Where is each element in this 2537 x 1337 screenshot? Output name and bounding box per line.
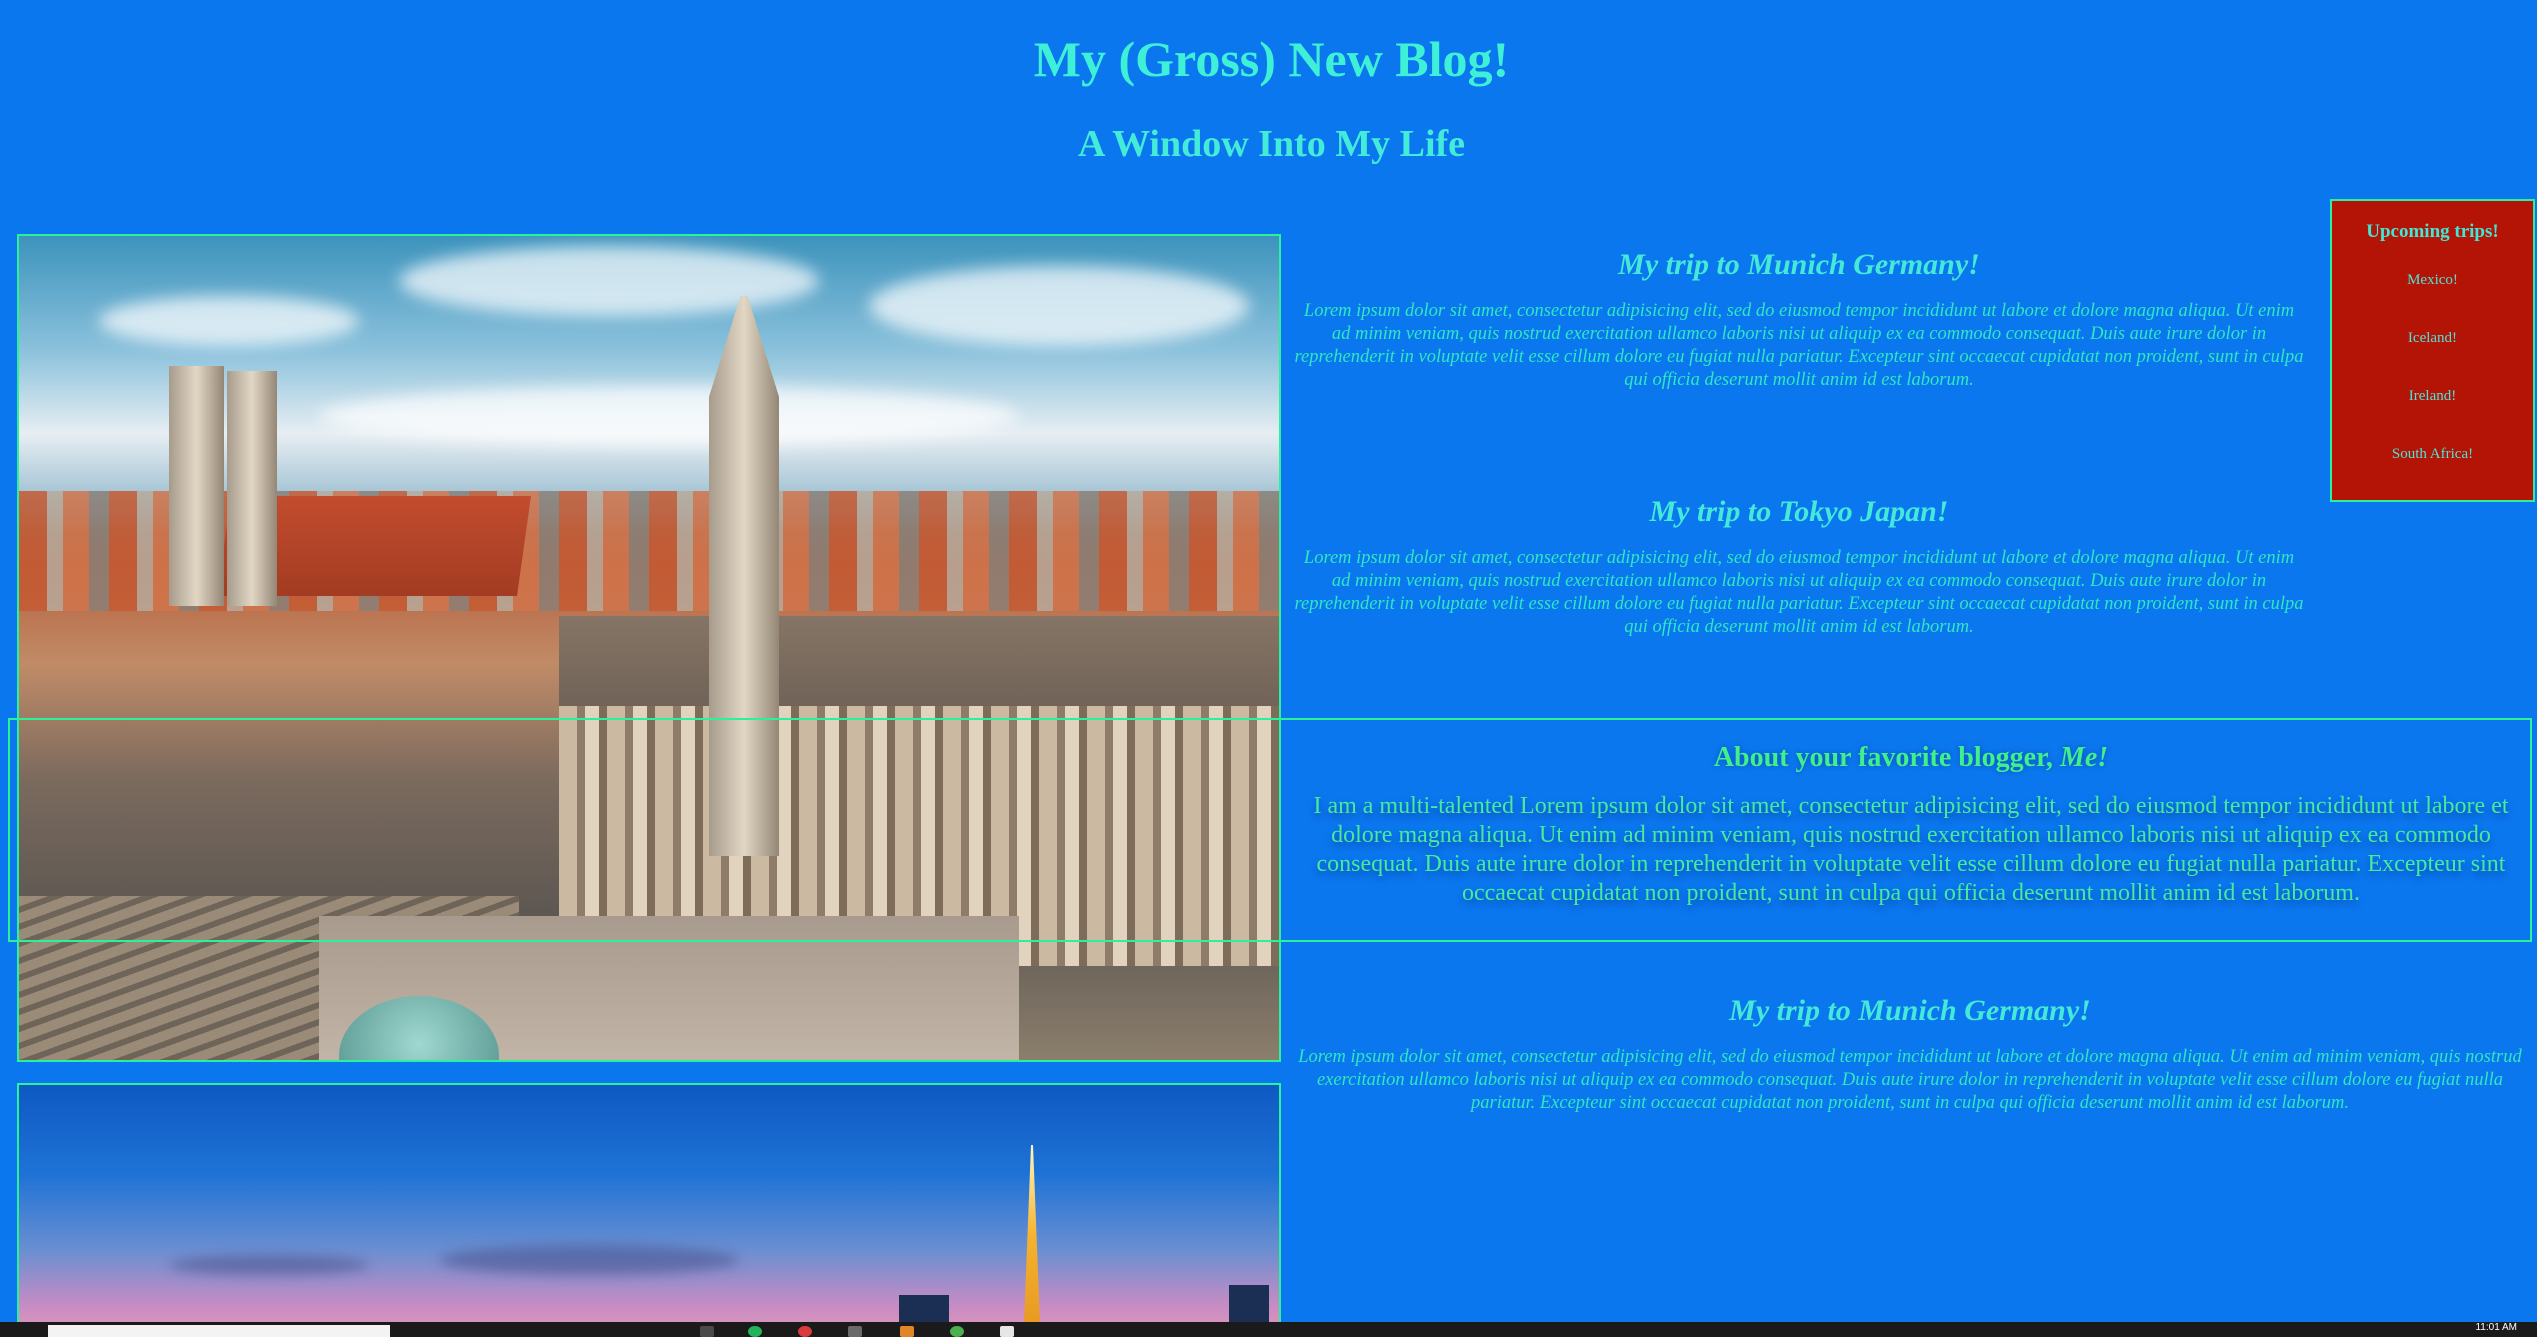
cloud (399, 246, 819, 316)
page-title: My (Gross) New Blog! (1033, 31, 1510, 87)
about-section: About your favorite blogger, Me! I am a … (1294, 742, 2528, 908)
cloud (319, 386, 1019, 446)
trip-item: Mexico! (2407, 272, 2458, 288)
taskbar-app-icon[interactable] (848, 1326, 862, 1337)
tokyo-photo (17, 1083, 1281, 1337)
post-tokyo: My trip to Tokyo Japan! Lorem ipsum dolo… (1294, 495, 2304, 639)
search-box[interactable] (48, 1325, 390, 1337)
taskbar-app-icon[interactable] (900, 1326, 914, 1337)
trip-item: Iceland! (2407, 330, 2458, 346)
post-munich-2: My trip to Munich Germany! Lorem ipsum d… (1294, 994, 2526, 1115)
taskbar-app-icon[interactable] (950, 1326, 964, 1337)
post-body: Lorem ipsum dolor sit amet, consectetur … (1298, 1047, 2522, 1113)
upcoming-trips-sidebar: Upcoming trips! Mexico! Iceland! Ireland… (2330, 199, 2535, 502)
cloud (99, 296, 359, 346)
post-body: Lorem ipsum dolor sit amet, consectetur … (1294, 548, 2304, 637)
trip-item: South Africa! (2391, 446, 2474, 462)
os-taskbar: 11:01 AM (0, 1322, 2537, 1337)
taskbar-app-icon[interactable] (1000, 1326, 1014, 1337)
post-munich: My trip to Munich Germany! Lorem ipsum d… (1294, 248, 2304, 392)
cloud (869, 266, 1249, 346)
post-body: Lorem ipsum dolor sit amet, consectetur … (1294, 301, 2304, 390)
taskbar-app-icon[interactable] (700, 1326, 714, 1337)
about-body: I am a multi-talented Lorem ipsum dolor … (1313, 793, 2509, 906)
taskbar-clock: 11:01 AM (2475, 1322, 2517, 1333)
sidebar-heading: Upcoming trips! (2366, 221, 2499, 242)
post-title: My trip to Munich Germany! (1618, 248, 1980, 281)
about-heading: About your favorite blogger, Me! (1294, 742, 2528, 774)
church-tower (169, 366, 224, 606)
about-heading-text: About your favorite blogger, (1713, 742, 2060, 773)
blog-page: My (Gross) New Blog! A Window Into My Li… (0, 0, 2537, 1337)
tokyo-tower (1022, 1145, 1042, 1337)
trip-list: Mexico! Iceland! Ireland! South Africa! (2332, 271, 2533, 503)
cloud (169, 1255, 369, 1275)
post-title: My trip to Tokyo Japan! (1649, 495, 1949, 528)
about-heading-emphasis: Me! (2059, 742, 2109, 773)
cloud (439, 1245, 739, 1275)
page-subtitle: A Window Into My Life (1077, 123, 1466, 165)
taskbar-app-icon[interactable] (798, 1326, 812, 1337)
trip-item: Ireland! (2408, 388, 2457, 404)
taskbar-app-icon[interactable] (748, 1326, 762, 1337)
church-tower (227, 371, 277, 606)
post-title: My trip to Munich Germany! (1729, 994, 2091, 1027)
